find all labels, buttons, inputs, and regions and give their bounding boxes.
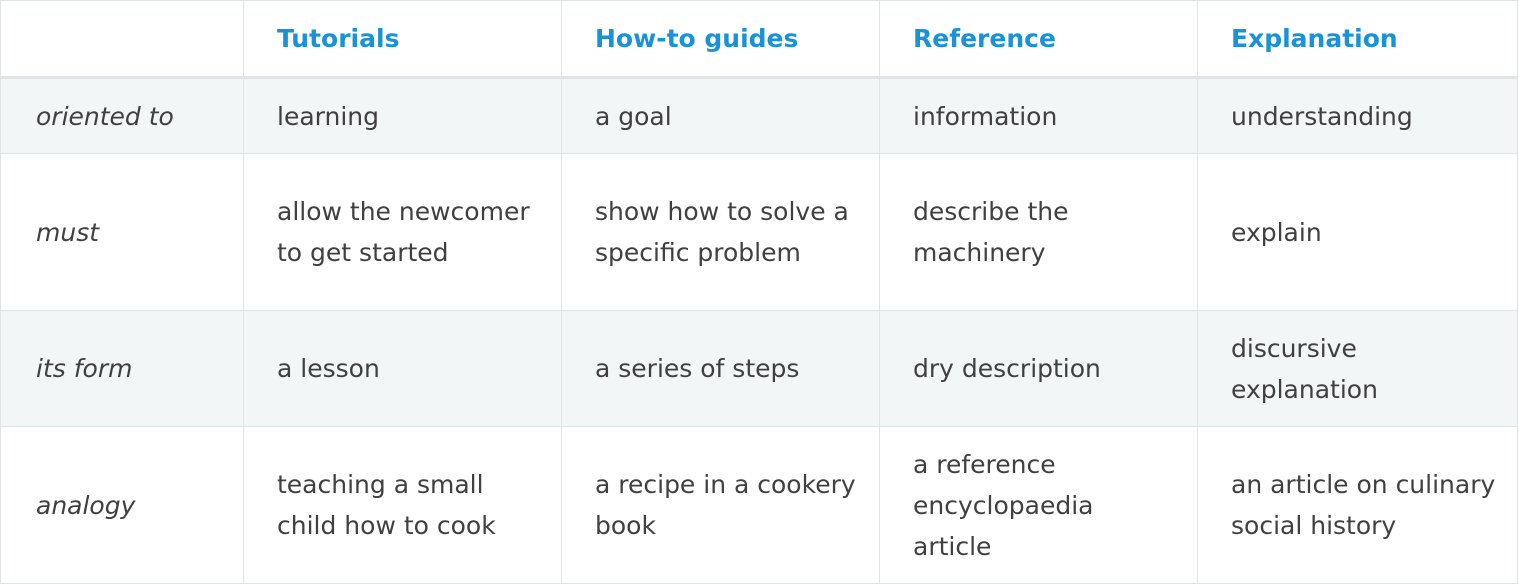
table-cell: information xyxy=(879,77,1198,154)
table-cell: dry description xyxy=(879,310,1198,427)
table-cell: explain xyxy=(1197,153,1518,311)
column-header-how-to-guides: How-to guides xyxy=(561,0,880,79)
table-row-its-form: its form a lesson a series of steps dry … xyxy=(0,310,1518,427)
table-cell: show how to solve a specific problem xyxy=(561,153,880,311)
header-row: Tutorials How-to guides Reference Explan… xyxy=(0,0,1518,79)
table-cell: understanding xyxy=(1197,77,1518,154)
table-cell: a goal xyxy=(561,77,880,154)
documentation-quadrants-table: Tutorials How-to guides Reference Explan… xyxy=(0,0,1518,584)
table-cell: a series of steps xyxy=(561,310,880,427)
table-cell: an article on culinary social history xyxy=(1197,426,1518,584)
column-header-explanation: Explanation xyxy=(1197,0,1518,79)
table-cell: a reference encyclopaedia article xyxy=(879,426,1198,584)
row-label: must xyxy=(0,153,244,311)
table-cell: discursive explanation xyxy=(1197,310,1518,427)
row-label: oriented to xyxy=(0,77,244,154)
table-row-must: must allow the newcomer to get started s… xyxy=(0,153,1518,311)
table-cell: learning xyxy=(243,77,562,154)
row-label: its form xyxy=(0,310,244,427)
table-cell: a lesson xyxy=(243,310,562,427)
row-label: analogy xyxy=(0,426,244,584)
table-cell: teaching a small child how to cook xyxy=(243,426,562,584)
column-header-reference: Reference xyxy=(879,0,1198,79)
table-cell: describe the machinery xyxy=(879,153,1198,311)
corner-header-cell xyxy=(0,0,244,79)
table-row-analogy: analogy teaching a small child how to co… xyxy=(0,426,1518,584)
table-cell: allow the newcomer to get started xyxy=(243,153,562,311)
table-row-oriented-to: oriented to learning a goal information … xyxy=(0,77,1518,154)
column-header-tutorials: Tutorials xyxy=(243,0,562,79)
table-cell: a recipe in a cookery book xyxy=(561,426,880,584)
